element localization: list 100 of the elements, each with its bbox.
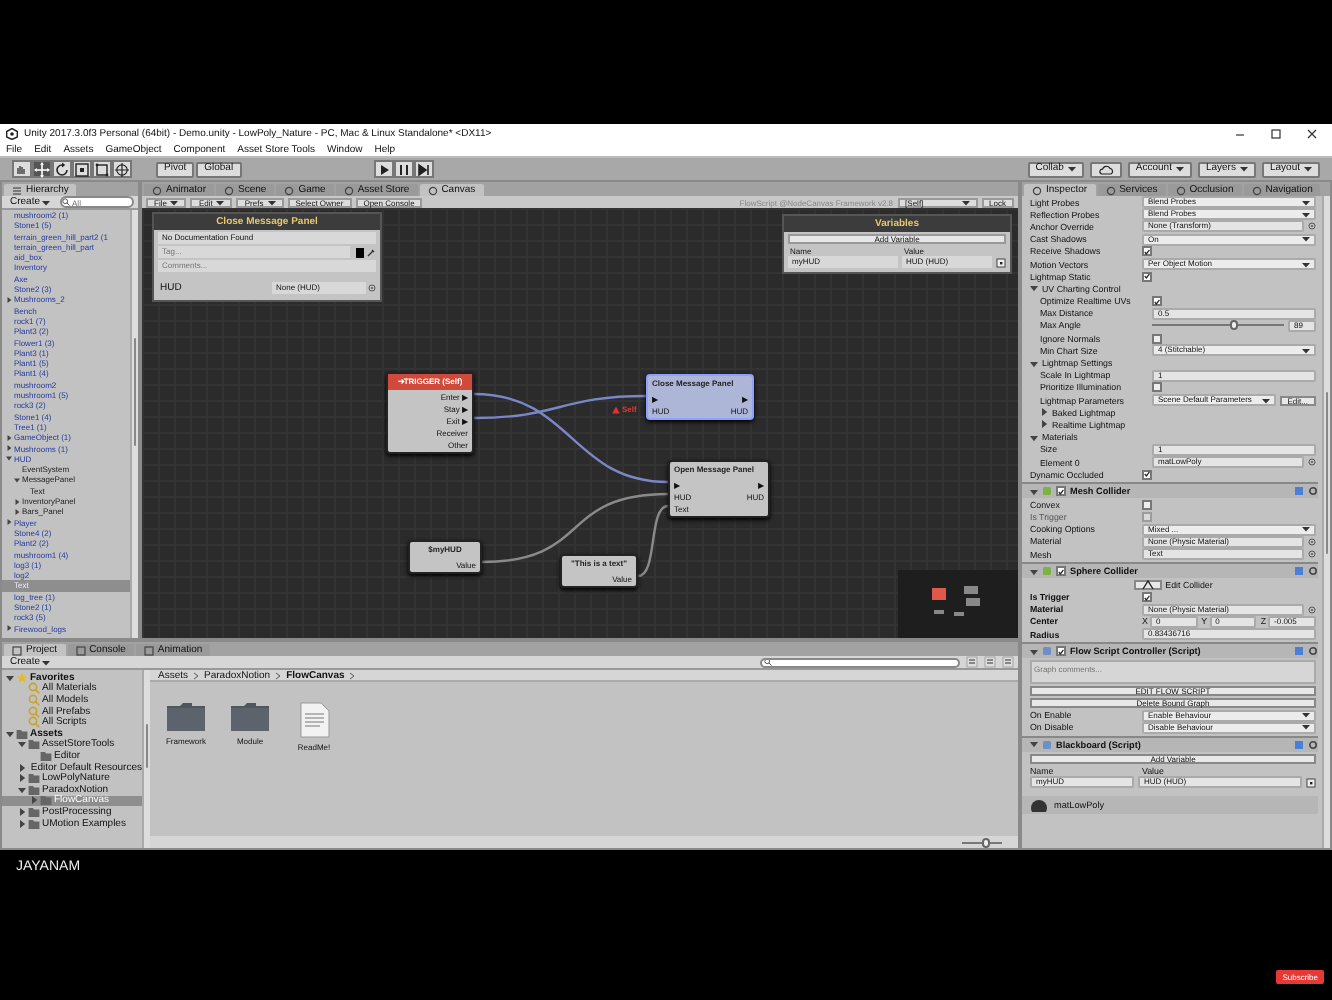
scrollbar[interactable]	[130, 210, 138, 638]
script-icon	[1042, 739, 1052, 750]
expanded-arrow-icon	[1030, 284, 1038, 293]
tab-icon	[12, 645, 22, 655]
expanded-arrow-icon	[1030, 487, 1038, 496]
expanded-arrow-icon	[1030, 433, 1038, 442]
chevron-icon	[274, 671, 283, 679]
move-tool-icon	[34, 161, 50, 177]
pause-icon	[395, 161, 412, 177]
tab-icon	[75, 645, 86, 655]
search-field[interactable]	[760, 657, 960, 667]
options-icon	[1306, 777, 1316, 788]
hand-tool-icon	[14, 161, 30, 177]
object-picker-icon	[1308, 458, 1316, 467]
eyedropper-icon	[366, 247, 376, 257]
script-icon	[1042, 646, 1052, 657]
checkbox[interactable]	[1152, 333, 1162, 344]
chevron-icon	[348, 671, 357, 679]
search-icon	[62, 198, 71, 206]
cloud-icon	[1097, 163, 1114, 175]
expanded-arrow-icon	[1030, 740, 1038, 749]
scrollbar[interactable]	[142, 670, 150, 848]
caret-icon	[1239, 166, 1248, 172]
tool-button[interactable]	[52, 160, 72, 178]
tool-button[interactable]	[32, 160, 52, 178]
play-button[interactable]	[373, 160, 394, 178]
expanded-arrow-icon	[1030, 359, 1038, 368]
maximize-icon	[1270, 127, 1282, 139]
rotate-tool-icon	[54, 161, 70, 177]
object-picker-icon	[1308, 222, 1316, 231]
settings-icon	[1308, 739, 1318, 750]
color-swatch[interactable]	[356, 247, 364, 257]
caret-icon	[1302, 347, 1310, 354]
folder-icon	[166, 702, 206, 732]
chevron-icon	[192, 671, 201, 679]
object-picker-icon	[368, 284, 376, 292]
help-icon	[1294, 566, 1304, 577]
document-icon	[299, 702, 329, 738]
pause-button[interactable]	[393, 160, 414, 178]
tab-icon	[343, 185, 354, 195]
help-icon	[1294, 739, 1304, 750]
checkbox[interactable]	[1056, 566, 1066, 577]
list-icon	[12, 185, 22, 195]
checkbox[interactable]	[1142, 499, 1152, 510]
cloud-button[interactable]	[1089, 161, 1122, 177]
collapsed-arrow-icon	[6, 296, 12, 305]
checkbox[interactable]	[1056, 646, 1066, 657]
tab-icon	[284, 185, 295, 195]
warning-icon	[612, 405, 620, 413]
scale-tool-icon	[74, 161, 90, 177]
scrollbar[interactable]	[1322, 196, 1330, 848]
edit-collider-icon	[1141, 579, 1154, 590]
expanded-arrow-icon	[1030, 567, 1038, 576]
checkbox[interactable]	[1152, 296, 1162, 307]
collapsed-arrow-icon	[6, 624, 12, 633]
tab-icon	[224, 185, 235, 195]
checkbox[interactable]	[1142, 246, 1152, 257]
settings-icon	[1308, 486, 1318, 497]
slider-thumb[interactable]	[1229, 320, 1238, 331]
expanded-arrow-icon	[6, 454, 12, 463]
tab-icon	[1251, 185, 1262, 195]
tool-button[interactable]	[72, 160, 92, 178]
options-icon	[996, 257, 1006, 267]
expanded-arrow-icon	[1030, 647, 1038, 656]
step-button[interactable]	[413, 160, 434, 178]
caret-icon	[1302, 261, 1310, 268]
checkbox[interactable]	[1142, 592, 1152, 603]
expanded-arrow-icon	[6, 673, 14, 682]
folder-icon	[230, 702, 270, 732]
tool-button[interactable]	[92, 160, 112, 178]
help-icon	[1294, 486, 1304, 497]
tab-icon	[1175, 185, 1186, 195]
tab-icon	[143, 645, 154, 655]
expanded-arrow-icon	[18, 785, 26, 794]
transform-tool-icon	[114, 161, 130, 177]
checkbox[interactable]	[1142, 469, 1152, 480]
collider-icon	[1042, 486, 1052, 497]
caret-icon	[1067, 166, 1076, 172]
edit-collider-button[interactable]	[1133, 579, 1162, 590]
collider-icon	[1042, 566, 1052, 577]
caret-icon	[1304, 166, 1312, 172]
search-icon	[764, 659, 772, 665]
tab-icon	[427, 185, 438, 195]
caret-icon	[1302, 526, 1310, 533]
caret-icon	[1302, 236, 1310, 243]
checkbox[interactable]	[1152, 382, 1162, 393]
caret-icon	[1261, 397, 1270, 404]
tool-button[interactable]	[112, 160, 132, 178]
checkbox[interactable]	[1056, 486, 1066, 497]
rect-tool-icon	[94, 161, 110, 177]
settings-icon	[1308, 566, 1318, 577]
close-icon	[1306, 127, 1318, 139]
object-picker-icon	[1308, 605, 1316, 614]
icon-size-slider-thumb[interactable]	[982, 837, 990, 847]
step-icon	[415, 161, 432, 177]
checkbox[interactable]	[1142, 271, 1152, 282]
tab-icon	[1032, 185, 1042, 195]
unity-logo-icon	[6, 127, 18, 139]
help-icon	[1294, 646, 1304, 657]
tab-icon	[152, 185, 162, 195]
